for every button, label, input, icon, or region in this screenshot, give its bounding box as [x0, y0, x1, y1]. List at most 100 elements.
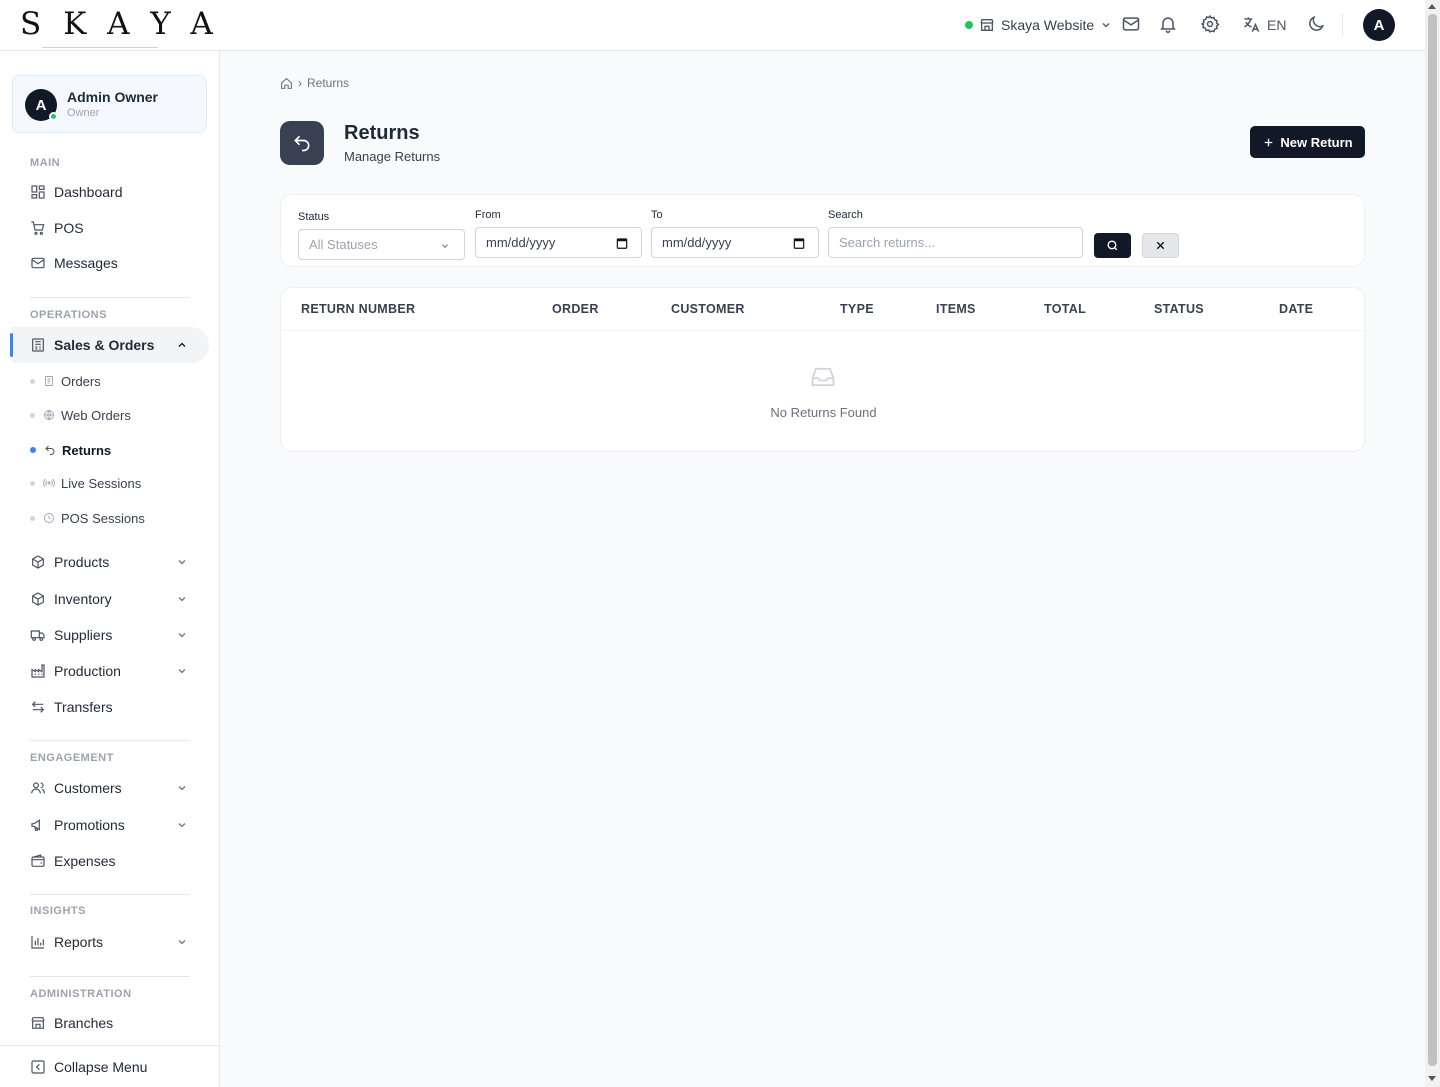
language-selector[interactable]: EN — [1242, 15, 1286, 34]
sidebar-item-messages[interactable]: Messages — [30, 251, 190, 275]
mail-icon[interactable] — [1121, 14, 1143, 36]
chevron-down-icon — [178, 786, 186, 791]
wallet-icon — [30, 853, 46, 869]
users-icon — [30, 780, 46, 796]
new-return-label: New Return — [1280, 134, 1353, 150]
breadcrumb-separator: › — [298, 76, 302, 90]
store-icon — [980, 19, 994, 31]
user-card[interactable]: A Admin Owner Owner — [12, 75, 207, 133]
to-date-label: To — [651, 209, 663, 221]
section-divider — [30, 976, 190, 977]
section-label-operations: OPERATIONS — [30, 309, 107, 321]
gear-icon[interactable] — [1200, 14, 1222, 36]
to-date-input[interactable]: mm/dd/yyyy — [651, 227, 819, 258]
chevron-down-icon — [178, 633, 186, 638]
column-header[interactable]: RETURN NUMBER — [301, 302, 415, 316]
search-input[interactable]: Search returns... — [828, 227, 1083, 258]
sidebar-item-sales-orders[interactable]: Sales & Orders — [30, 333, 190, 357]
sidebar-item-label: Customers — [54, 780, 122, 796]
logo-underline — [42, 47, 158, 48]
breadcrumb: › Returns — [280, 76, 349, 90]
sidebar-item-label: Transfers — [54, 699, 113, 715]
section-divider — [30, 740, 190, 741]
sidebar-item-label: Dashboard — [54, 184, 123, 200]
sidebar-item-customers[interactable]: Customers — [30, 776, 190, 800]
bullet-dot — [30, 412, 35, 418]
column-header[interactable]: ORDER — [552, 302, 599, 316]
sidebar-item-inventory[interactable]: Inventory — [30, 587, 190, 611]
column-header[interactable]: TYPE — [840, 302, 874, 316]
page-scrollbar[interactable] — [1425, 0, 1440, 1087]
bell-icon[interactable] — [1158, 14, 1180, 36]
sidebar-item-suppliers[interactable]: Suppliers — [30, 623, 190, 647]
user-avatar-button[interactable]: A — [1363, 9, 1395, 41]
status-select[interactable]: All Statuses — [298, 229, 465, 260]
sidebar-item-label: Reports — [54, 934, 104, 950]
search-icon — [1107, 240, 1118, 251]
sidebar-item-pos[interactable]: POS — [30, 216, 190, 240]
sidebar-item-expenses[interactable]: Expenses — [30, 849, 190, 873]
sidebar-subitem-returns[interactable]: Returns — [30, 440, 111, 460]
section-label-administration: ADMINISTRATION — [30, 988, 132, 1000]
sidebar-item-reports[interactable]: Reports — [30, 930, 190, 954]
from-date-input[interactable]: mm/dd/yyyy — [475, 227, 642, 258]
scroll-down-arrow[interactable] — [1428, 1076, 1436, 1081]
column-header[interactable]: STATUS — [1154, 302, 1204, 316]
bullet-dot — [30, 480, 35, 486]
collapse-icon — [30, 1059, 46, 1075]
calendar-icon[interactable] — [792, 236, 806, 250]
empty-state-text: No Returns Found — [770, 405, 877, 420]
collapse-menu-label: Collapse Menu — [54, 1059, 148, 1075]
from-date-value: mm/dd/yyyy — [486, 235, 556, 250]
receipt-icon — [30, 337, 46, 353]
globe-icon — [43, 409, 55, 421]
search-label: Search — [828, 209, 863, 221]
sidebar-subitem-orders[interactable]: Orders — [30, 371, 101, 391]
sidebar-item-branches[interactable]: Branches — [30, 1011, 190, 1035]
clock-icon — [43, 512, 55, 524]
moon-icon[interactable] — [1306, 14, 1328, 36]
sidebar-item-label: Messages — [54, 255, 118, 271]
breadcrumb-current: Returns — [307, 76, 350, 90]
search-button[interactable] — [1094, 233, 1131, 258]
sidebar-item-label: Promotions — [54, 817, 125, 833]
megaphone-icon — [30, 817, 46, 833]
translate-icon — [1244, 17, 1260, 32]
home-icon[interactable] — [280, 77, 293, 90]
store-icon — [30, 1015, 46, 1031]
scroll-up-arrow[interactable] — [1428, 4, 1436, 9]
sidebar-item-label: Branches — [54, 1015, 114, 1031]
column-header[interactable]: DATE — [1279, 302, 1313, 316]
document-icon — [43, 375, 55, 387]
sidebar-item-dashboard[interactable]: Dashboard — [30, 180, 190, 204]
chevron-down-icon — [178, 940, 186, 945]
column-header[interactable]: TOTAL — [1044, 302, 1086, 316]
column-header[interactable]: ITEMS — [936, 302, 976, 316]
new-return-button[interactable]: New Return — [1250, 126, 1365, 158]
column-header[interactable]: CUSTOMER — [671, 302, 745, 316]
chevron-up-icon — [178, 342, 186, 347]
scroll-thumb[interactable] — [1428, 14, 1437, 1066]
sidebar-subitem-live-sessions[interactable]: Live Sessions — [30, 473, 141, 493]
sidebar-active-indicator — [10, 333, 13, 357]
calendar-icon[interactable] — [615, 236, 629, 250]
section-divider — [30, 894, 190, 895]
sidebar-item-promotions[interactable]: Promotions — [30, 813, 190, 837]
sidebar-subitem-web-orders[interactable]: Web Orders — [30, 405, 131, 425]
status-filter-label: Status — [298, 211, 330, 223]
sidebar-item-label: Suppliers — [54, 627, 113, 643]
sidebar-subitem-pos-sessions[interactable]: POS Sessions — [30, 508, 145, 528]
collapse-menu-button[interactable]: Collapse Menu — [30, 1055, 190, 1079]
store-selector[interactable]: Skaya Website — [965, 17, 1112, 33]
sidebar-item-production[interactable]: Production — [30, 659, 190, 683]
plus-icon — [1265, 138, 1273, 146]
sidebar-subitem-label: Live Sessions — [61, 475, 142, 491]
sidebar-item-transfers[interactable]: Transfers — [30, 695, 190, 719]
returns-table: RETURN NUMBER ORDER CUSTOMER TYPE ITEMS … — [280, 287, 1366, 452]
chevron-down-icon — [178, 669, 186, 674]
clear-filters-button[interactable] — [1142, 233, 1179, 258]
brand-logo[interactable]: SKAYA — [20, 6, 235, 42]
sidebar-item-products[interactable]: Products — [30, 550, 190, 574]
topbar-divider — [1342, 14, 1343, 36]
bullet-dot-active — [30, 447, 36, 453]
